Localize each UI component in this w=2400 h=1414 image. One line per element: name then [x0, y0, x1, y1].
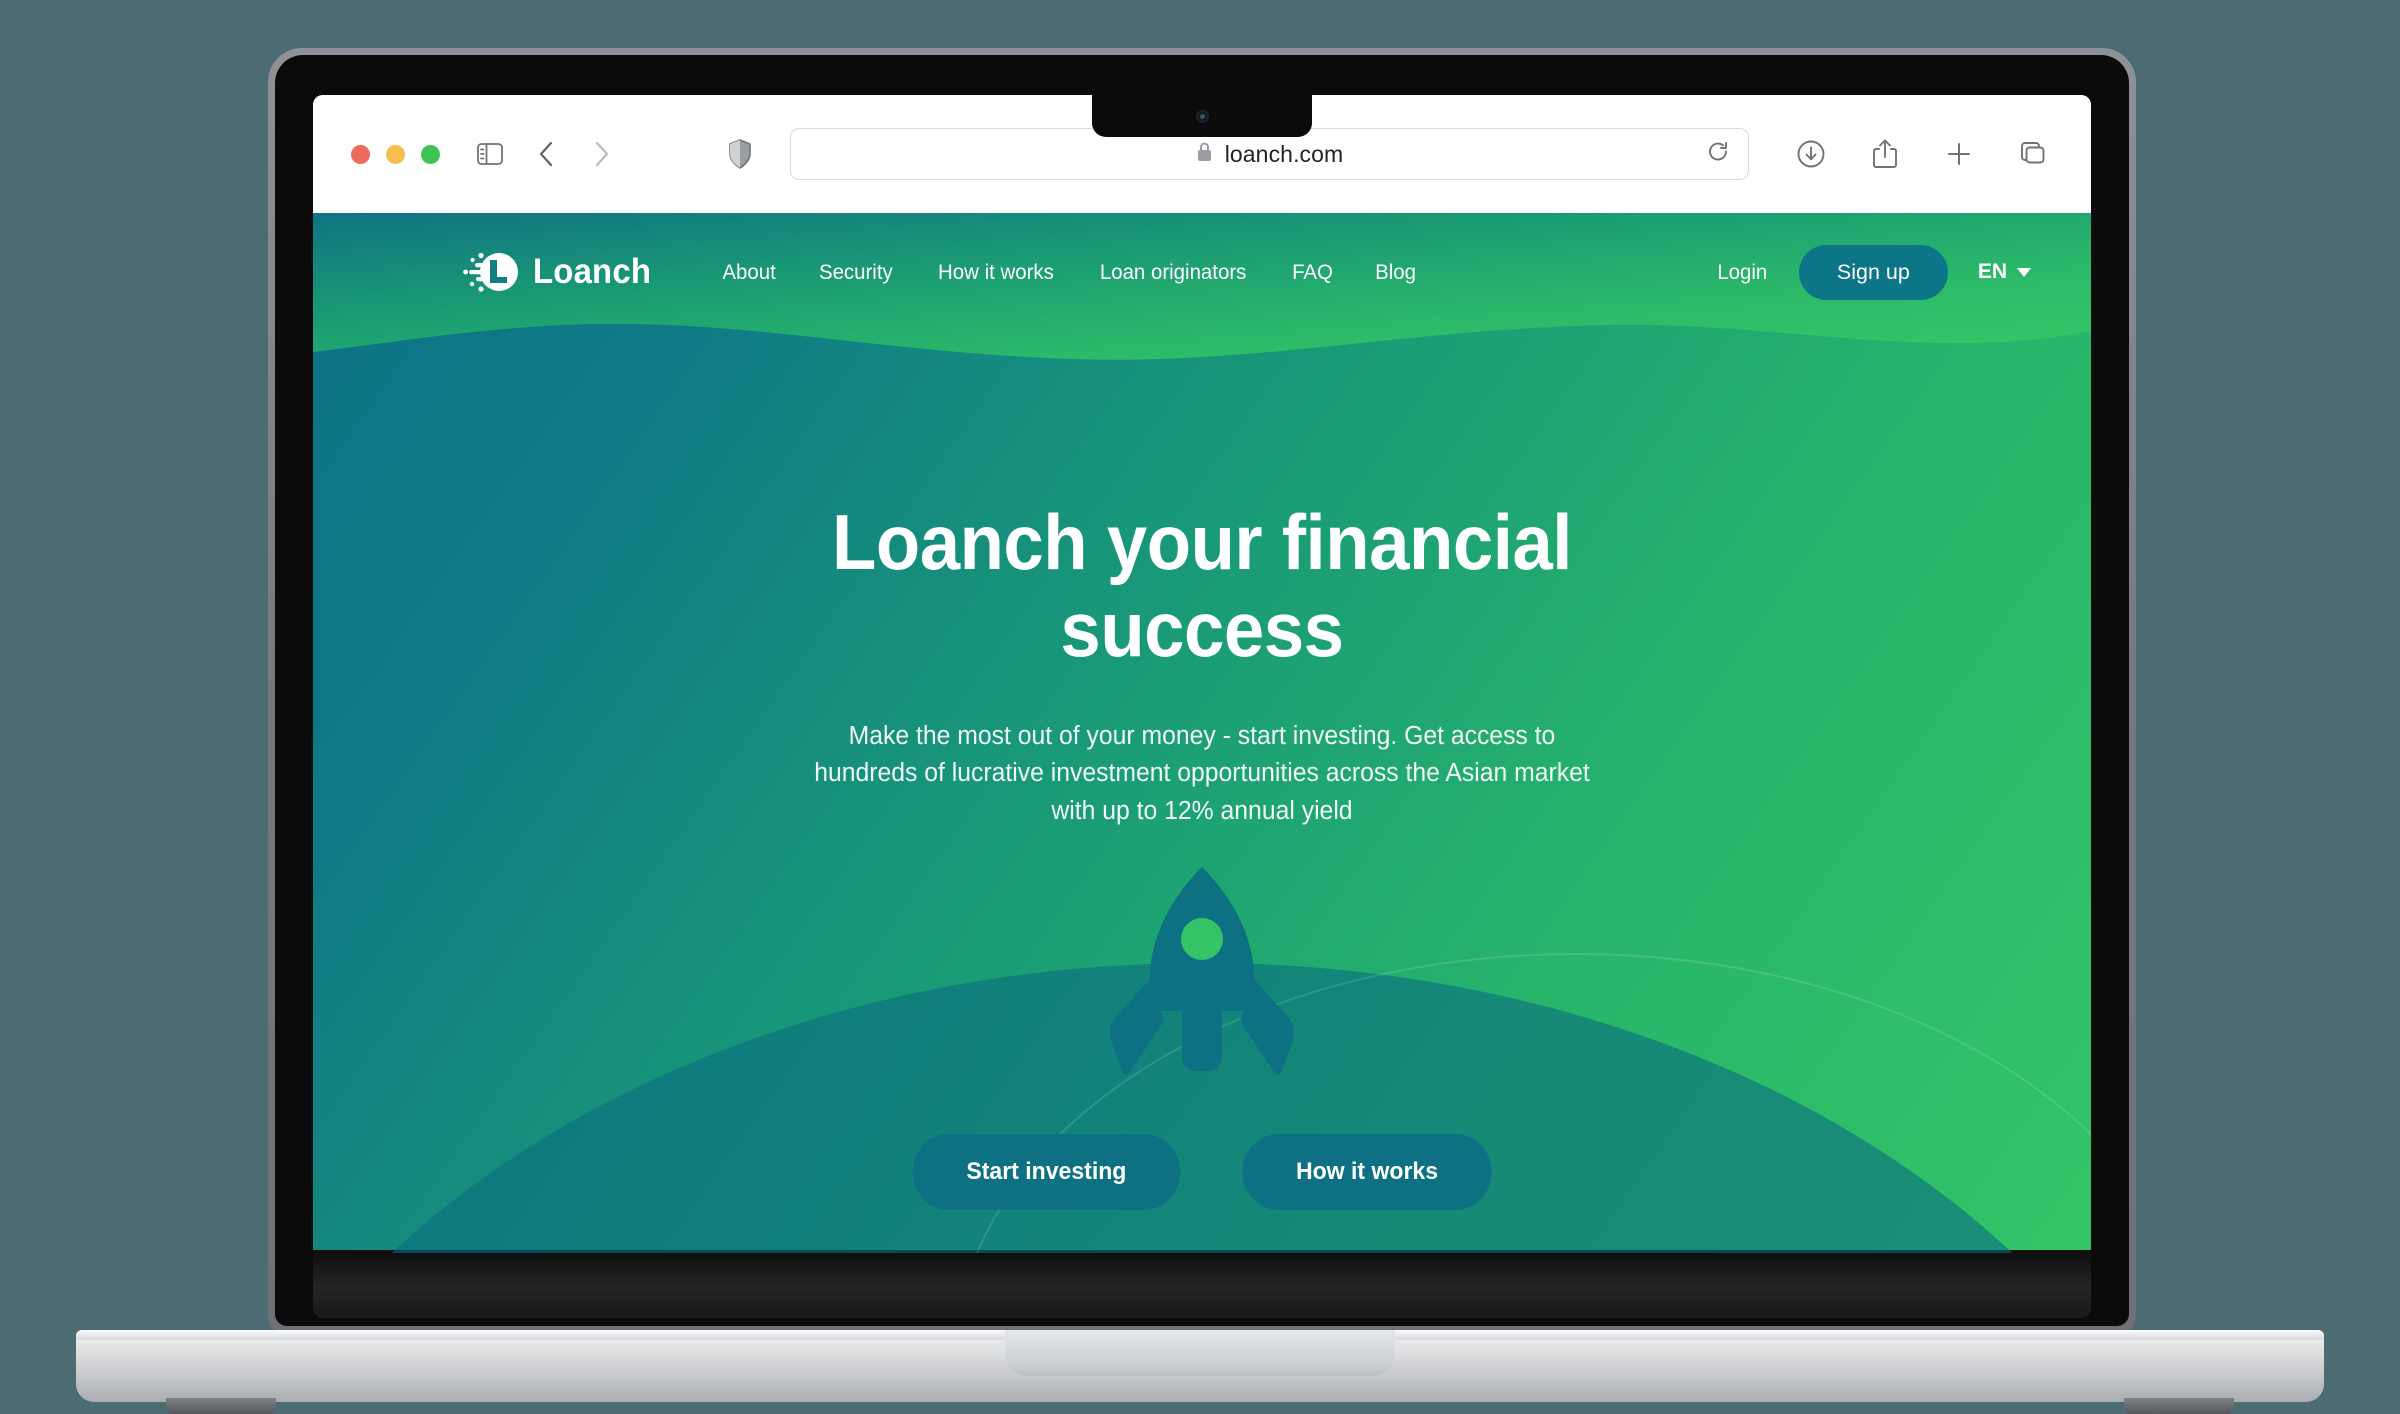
laptop-bezel: loanch.com Loanch About Security How it …: [275, 55, 2129, 1326]
hero-section: Loanch your financial success Make the m…: [313, 331, 2091, 1210]
laptop-foot-right: [2124, 1398, 2234, 1414]
nav-item-about[interactable]: About: [722, 260, 775, 285]
logo-text: Loanch: [533, 252, 652, 291]
close-button[interactable]: [351, 144, 370, 164]
share-icon[interactable]: [1865, 134, 1905, 174]
laptop-base: [76, 1330, 2324, 1414]
laptop-foot-left: [166, 1398, 276, 1414]
hero-cta-group: Start investing How it works: [313, 1133, 2091, 1210]
logo[interactable]: Loanch: [463, 247, 659, 297]
new-tab-icon[interactable]: [1939, 134, 1979, 174]
camera-icon: [1195, 109, 1209, 123]
lock-icon: [1196, 141, 1213, 167]
signup-button[interactable]: Sign up: [1798, 244, 1948, 300]
laptop-mockup: loanch.com Loanch About Security How it …: [0, 0, 2400, 1414]
sidebar-toggle-icon[interactable]: [470, 134, 510, 174]
webpage: Loanch About Security How it works Loan …: [313, 213, 2091, 1253]
window-controls: [351, 144, 440, 164]
nav-item-security[interactable]: Security: [819, 260, 893, 285]
site-navbar: Loanch About Security How it works Loan …: [313, 213, 2091, 331]
laptop-lid: loanch.com Loanch About Security How it …: [268, 48, 2136, 1333]
loanch-logo-icon: [463, 252, 518, 292]
tab-overview-icon[interactable]: [2013, 134, 2053, 174]
hero-headline: Loanch your financial success: [832, 498, 1572, 674]
zoom-button[interactable]: [421, 144, 440, 164]
nav-item-loan-originators[interactable]: Loan originators: [1100, 260, 1246, 285]
login-link[interactable]: Login: [1718, 260, 1768, 285]
laptop-screen: loanch.com Loanch About Security How it …: [313, 95, 2091, 1253]
browser-tools: [1791, 134, 2053, 174]
nav-item-how-it-works[interactable]: How it works: [938, 260, 1054, 285]
start-investing-button[interactable]: Start investing: [912, 1133, 1180, 1210]
chevron-down-icon: [2017, 267, 2031, 277]
back-chevron-icon[interactable]: [526, 134, 566, 174]
reload-icon[interactable]: [1706, 140, 1730, 169]
how-it-works-button[interactable]: How it works: [1242, 1133, 1493, 1210]
url-text: loanch.com: [1224, 140, 1344, 167]
forward-chevron-icon[interactable]: [582, 134, 622, 174]
rocket-icon: [1110, 866, 1294, 1075]
base-front-notch: [1005, 1330, 1395, 1376]
lid-chin: [313, 1250, 2091, 1318]
downloads-icon[interactable]: [1791, 134, 1831, 174]
nav-actions: Login Sign up EN: [1716, 244, 2031, 300]
nav-item-faq[interactable]: FAQ: [1292, 260, 1333, 285]
language-label: EN: [1977, 260, 2007, 283]
minimize-button[interactable]: [386, 144, 405, 164]
language-selector[interactable]: EN: [1978, 260, 2031, 284]
screen-notch: [1092, 95, 1312, 137]
hero-subheadline: Make the most out of your money - start …: [814, 721, 1590, 826]
nav-menu: About Security How it works Loan origina…: [721, 260, 1417, 285]
nav-item-blog[interactable]: Blog: [1375, 260, 1416, 285]
privacy-shield-icon[interactable]: [720, 134, 760, 174]
